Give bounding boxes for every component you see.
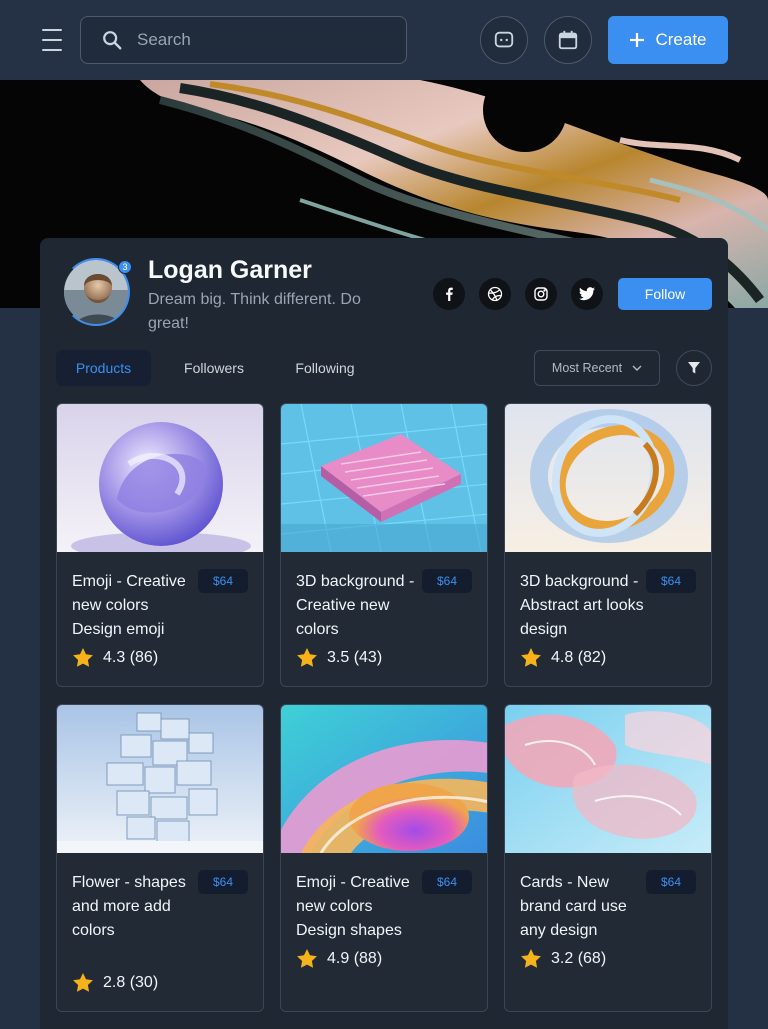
product-card[interactable]: 3D background - Abstract art looks desig… [504, 403, 712, 687]
menu-icon[interactable] [40, 29, 64, 51]
product-image [281, 705, 487, 853]
product-rating: 3.2 (68) [521, 949, 606, 968]
avatar[interactable]: 3 [62, 258, 134, 330]
product-price: $64 [198, 569, 248, 593]
product-title: Cards - New brand card use any design [520, 874, 627, 939]
product-title: 3D background - Abstract art looks desig… [520, 573, 644, 638]
product-price: $64 [422, 569, 472, 593]
plus-icon [630, 33, 645, 47]
star-icon [297, 648, 317, 667]
product-image [505, 705, 711, 853]
filter-icon [688, 362, 700, 374]
tab-followers[interactable]: Followers [168, 350, 260, 386]
product-title: Flower - shapes and more add colors [72, 874, 186, 939]
product-image [57, 404, 263, 552]
star-icon [73, 648, 93, 667]
product-rating: 4.3 (86) [73, 648, 158, 667]
product-price: $64 [646, 569, 696, 593]
product-card[interactable]: Emoji - Creative new colors Design emoji… [56, 403, 264, 687]
product-title: Emoji - Creative new colors Design shape… [296, 874, 410, 939]
facebook-icon[interactable] [433, 278, 465, 310]
follow-button[interactable]: Follow [618, 278, 712, 310]
create-label: Create [655, 30, 707, 49]
tab-products[interactable]: Products [56, 350, 151, 386]
rating-value: 4.3 (86) [103, 648, 159, 666]
sort-dropdown[interactable]: Most Recent [534, 350, 660, 386]
star-icon [73, 973, 93, 992]
product-card[interactable]: 3D background - Creative new colors $64 … [280, 403, 488, 687]
rating-value: 3.5 (43) [327, 648, 383, 666]
product-card[interactable]: Emoji - Creative new colors Design shape… [280, 704, 488, 1012]
create-button[interactable]: Create [608, 16, 728, 64]
product-price: $64 [422, 870, 472, 894]
product-image [505, 404, 711, 552]
rating-value: 3.2 (68) [551, 949, 607, 967]
product-price: $64 [198, 870, 248, 894]
tab-following[interactable]: Following [278, 350, 372, 386]
profile-bio: Dream big. Think different. Do great! [148, 291, 361, 332]
profile-name: Logan Garner [148, 256, 312, 284]
messages-button[interactable] [480, 16, 528, 64]
product-title: 3D background - Creative new colors [296, 573, 415, 638]
calendar-button[interactable] [544, 16, 592, 64]
search-input[interactable] [137, 30, 377, 50]
product-rating: 2.8 (30) [73, 973, 158, 992]
rating-value: 2.8 (30) [103, 973, 159, 991]
top-navigation-bar: Create [0, 0, 768, 80]
calendar-icon [558, 30, 578, 50]
product-price: $64 [646, 870, 696, 894]
product-rating: 4.8 (82) [521, 648, 606, 667]
rating-value: 4.9 (88) [327, 949, 383, 967]
product-title: Emoji - Creative new colors Design emoji [72, 573, 186, 638]
search-box[interactable] [80, 16, 407, 64]
star-icon [297, 949, 317, 968]
product-rating: 3.5 (43) [297, 648, 382, 667]
twitter-icon[interactable] [571, 278, 603, 310]
product-card[interactable]: Cards - New brand card use any design $6… [504, 704, 712, 1012]
instagram-icon[interactable] [525, 278, 557, 310]
sort-selected: Most Recent [551, 361, 623, 375]
filter-button[interactable] [676, 350, 712, 386]
chat-icon [494, 31, 514, 48]
product-image [57, 705, 263, 853]
star-icon [521, 648, 541, 667]
star-icon [521, 949, 541, 968]
product-image [281, 404, 487, 552]
profile-panel: 3 Logan Garner Dream big. Think differen… [40, 238, 728, 1029]
rating-value: 4.8 (82) [551, 648, 607, 666]
chevron-down-icon [632, 365, 642, 371]
dribbble-icon[interactable] [479, 278, 511, 310]
notification-badge: 3 [118, 260, 132, 274]
product-card[interactable]: Flower - shapes and more add colors $64 … [56, 704, 264, 1012]
product-rating: 4.9 (88) [297, 949, 382, 968]
search-icon [103, 31, 122, 50]
